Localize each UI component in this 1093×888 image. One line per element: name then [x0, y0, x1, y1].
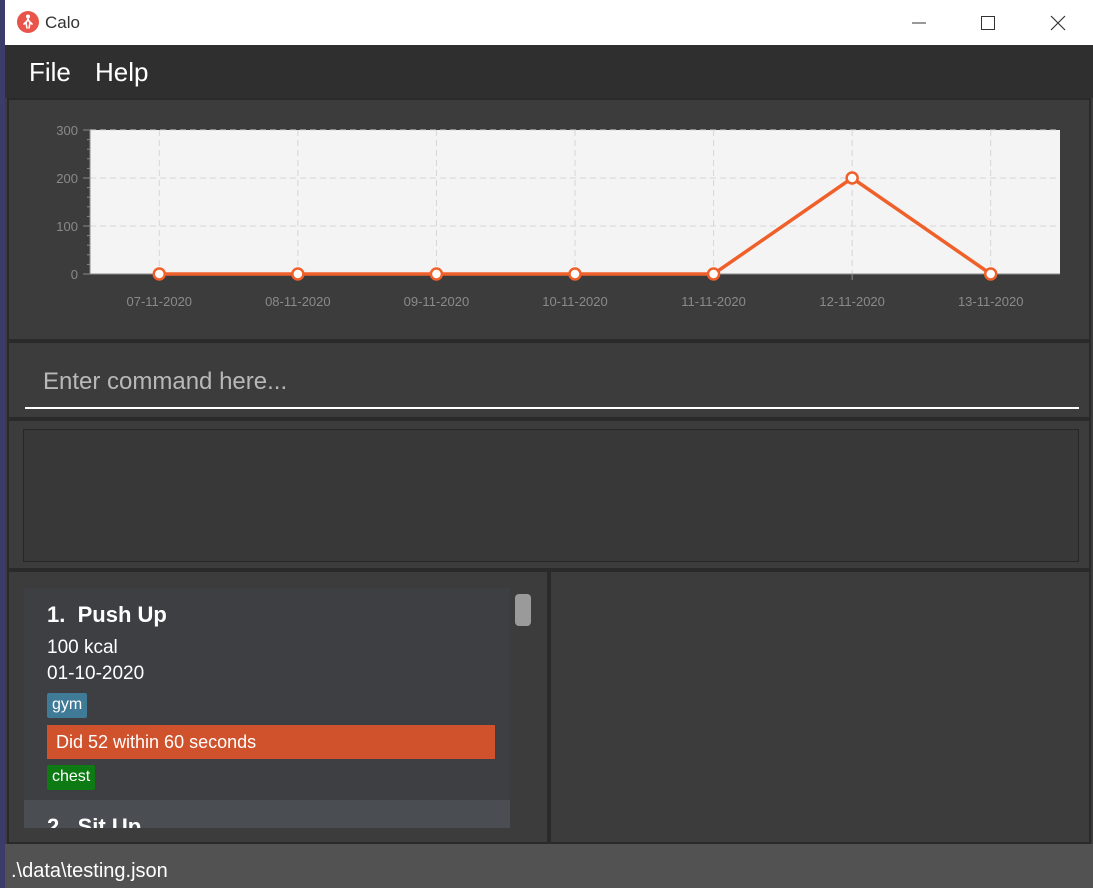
- menu-bar: File Help: [5, 45, 1093, 98]
- exercise-index: 1.: [47, 602, 66, 627]
- command-box-panel: [7, 341, 1091, 419]
- calories-unit: kcal: [83, 637, 118, 658]
- exercise-name: Sit Up: [77, 814, 142, 828]
- app-window: Calo File Help 300 200 100 0 07-11-2020 08-11…: [5, 0, 1093, 888]
- maximize-icon: [981, 15, 995, 30]
- minimize-icon: [912, 22, 926, 23]
- chart-x-tick-label: 07-11-2020: [127, 294, 193, 309]
- command-input[interactable]: [25, 357, 1079, 409]
- result-display-panel: [7, 419, 1091, 570]
- exercise-title: 2. Sit Up: [47, 814, 141, 828]
- close-button[interactable]: [1035, 0, 1081, 45]
- exercise-title: 1. Push Up: [47, 602, 167, 628]
- chart-y-tick-label: 200: [56, 171, 78, 186]
- chart-x-tick-label: 12-11-2020: [819, 294, 885, 309]
- calories-value: 100: [47, 637, 79, 658]
- side-panel: [549, 570, 1091, 844]
- exercise-card[interactable]: 2. Sit Up: [24, 800, 510, 828]
- exercise-date: 01-10-2020: [47, 663, 145, 684]
- chart-data-point: [152, 267, 167, 281]
- exercise-name: Push Up: [77, 602, 167, 627]
- chart-data-point: [706, 267, 721, 281]
- app-logo-icon: [17, 11, 39, 33]
- maximize-button[interactable]: [965, 0, 1011, 45]
- list-scrollbar[interactable]: [515, 594, 531, 626]
- chart-x-tick-label: 08-11-2020: [265, 294, 331, 309]
- status-bar: .\data\testing.json: [5, 844, 1093, 888]
- exercise-list[interactable]: 1. Push Up 100 kcal 01-10-2020 gym Did 5…: [24, 588, 510, 828]
- chart-data-point: [983, 267, 998, 281]
- chart-x-tick-label: 13-11-2020: [958, 294, 1024, 309]
- result-display: [23, 429, 1079, 562]
- status-file-path: .\data\testing.json: [11, 860, 168, 882]
- title-bar[interactable]: Calo: [5, 0, 1093, 45]
- chart-x-tick-label: 09-11-2020: [404, 294, 470, 309]
- chart-x-tick-label: 11-11-2020: [681, 294, 746, 309]
- chart-data-point: [291, 267, 305, 281]
- exercise-card[interactable]: 1. Push Up 100 kcal 01-10-2020 gym Did 5…: [24, 588, 510, 800]
- chart-data-point: [845, 171, 859, 185]
- calorie-line-chart: 300 200 100 0 07-11-2020 08-11-2020 09-11-2020…: [56, 123, 1060, 309]
- tag-note: Did 52 within 60 seconds: [47, 725, 495, 759]
- calorie-chart-panel: 300 200 100 0 07-11-2020 08-11-2020 09-11-2020…: [7, 98, 1091, 341]
- menu-file[interactable]: File: [29, 57, 71, 88]
- chart-y-tick-label: 300: [56, 123, 78, 138]
- menu-help[interactable]: Help: [95, 57, 148, 88]
- tag-gym: gym: [47, 693, 88, 718]
- chart-x-tick-label: 10-11-2020: [542, 294, 608, 309]
- minimize-button[interactable]: [896, 0, 942, 45]
- chart-y-tick-label: 0: [71, 267, 78, 282]
- window-title: Calo: [45, 13, 80, 32]
- exercise-calories: 100 kcal: [47, 637, 118, 659]
- exercise-list-panel: 1. Push Up 100 kcal 01-10-2020 gym Did 5…: [7, 570, 549, 844]
- chart-y-tick-label: 100: [56, 219, 78, 234]
- chart-data-point: [568, 267, 582, 281]
- chart-data-point: [429, 267, 444, 281]
- exercise-index: 2.: [47, 814, 66, 828]
- close-icon: [1050, 15, 1066, 30]
- tag-chest: chest: [47, 765, 96, 790]
